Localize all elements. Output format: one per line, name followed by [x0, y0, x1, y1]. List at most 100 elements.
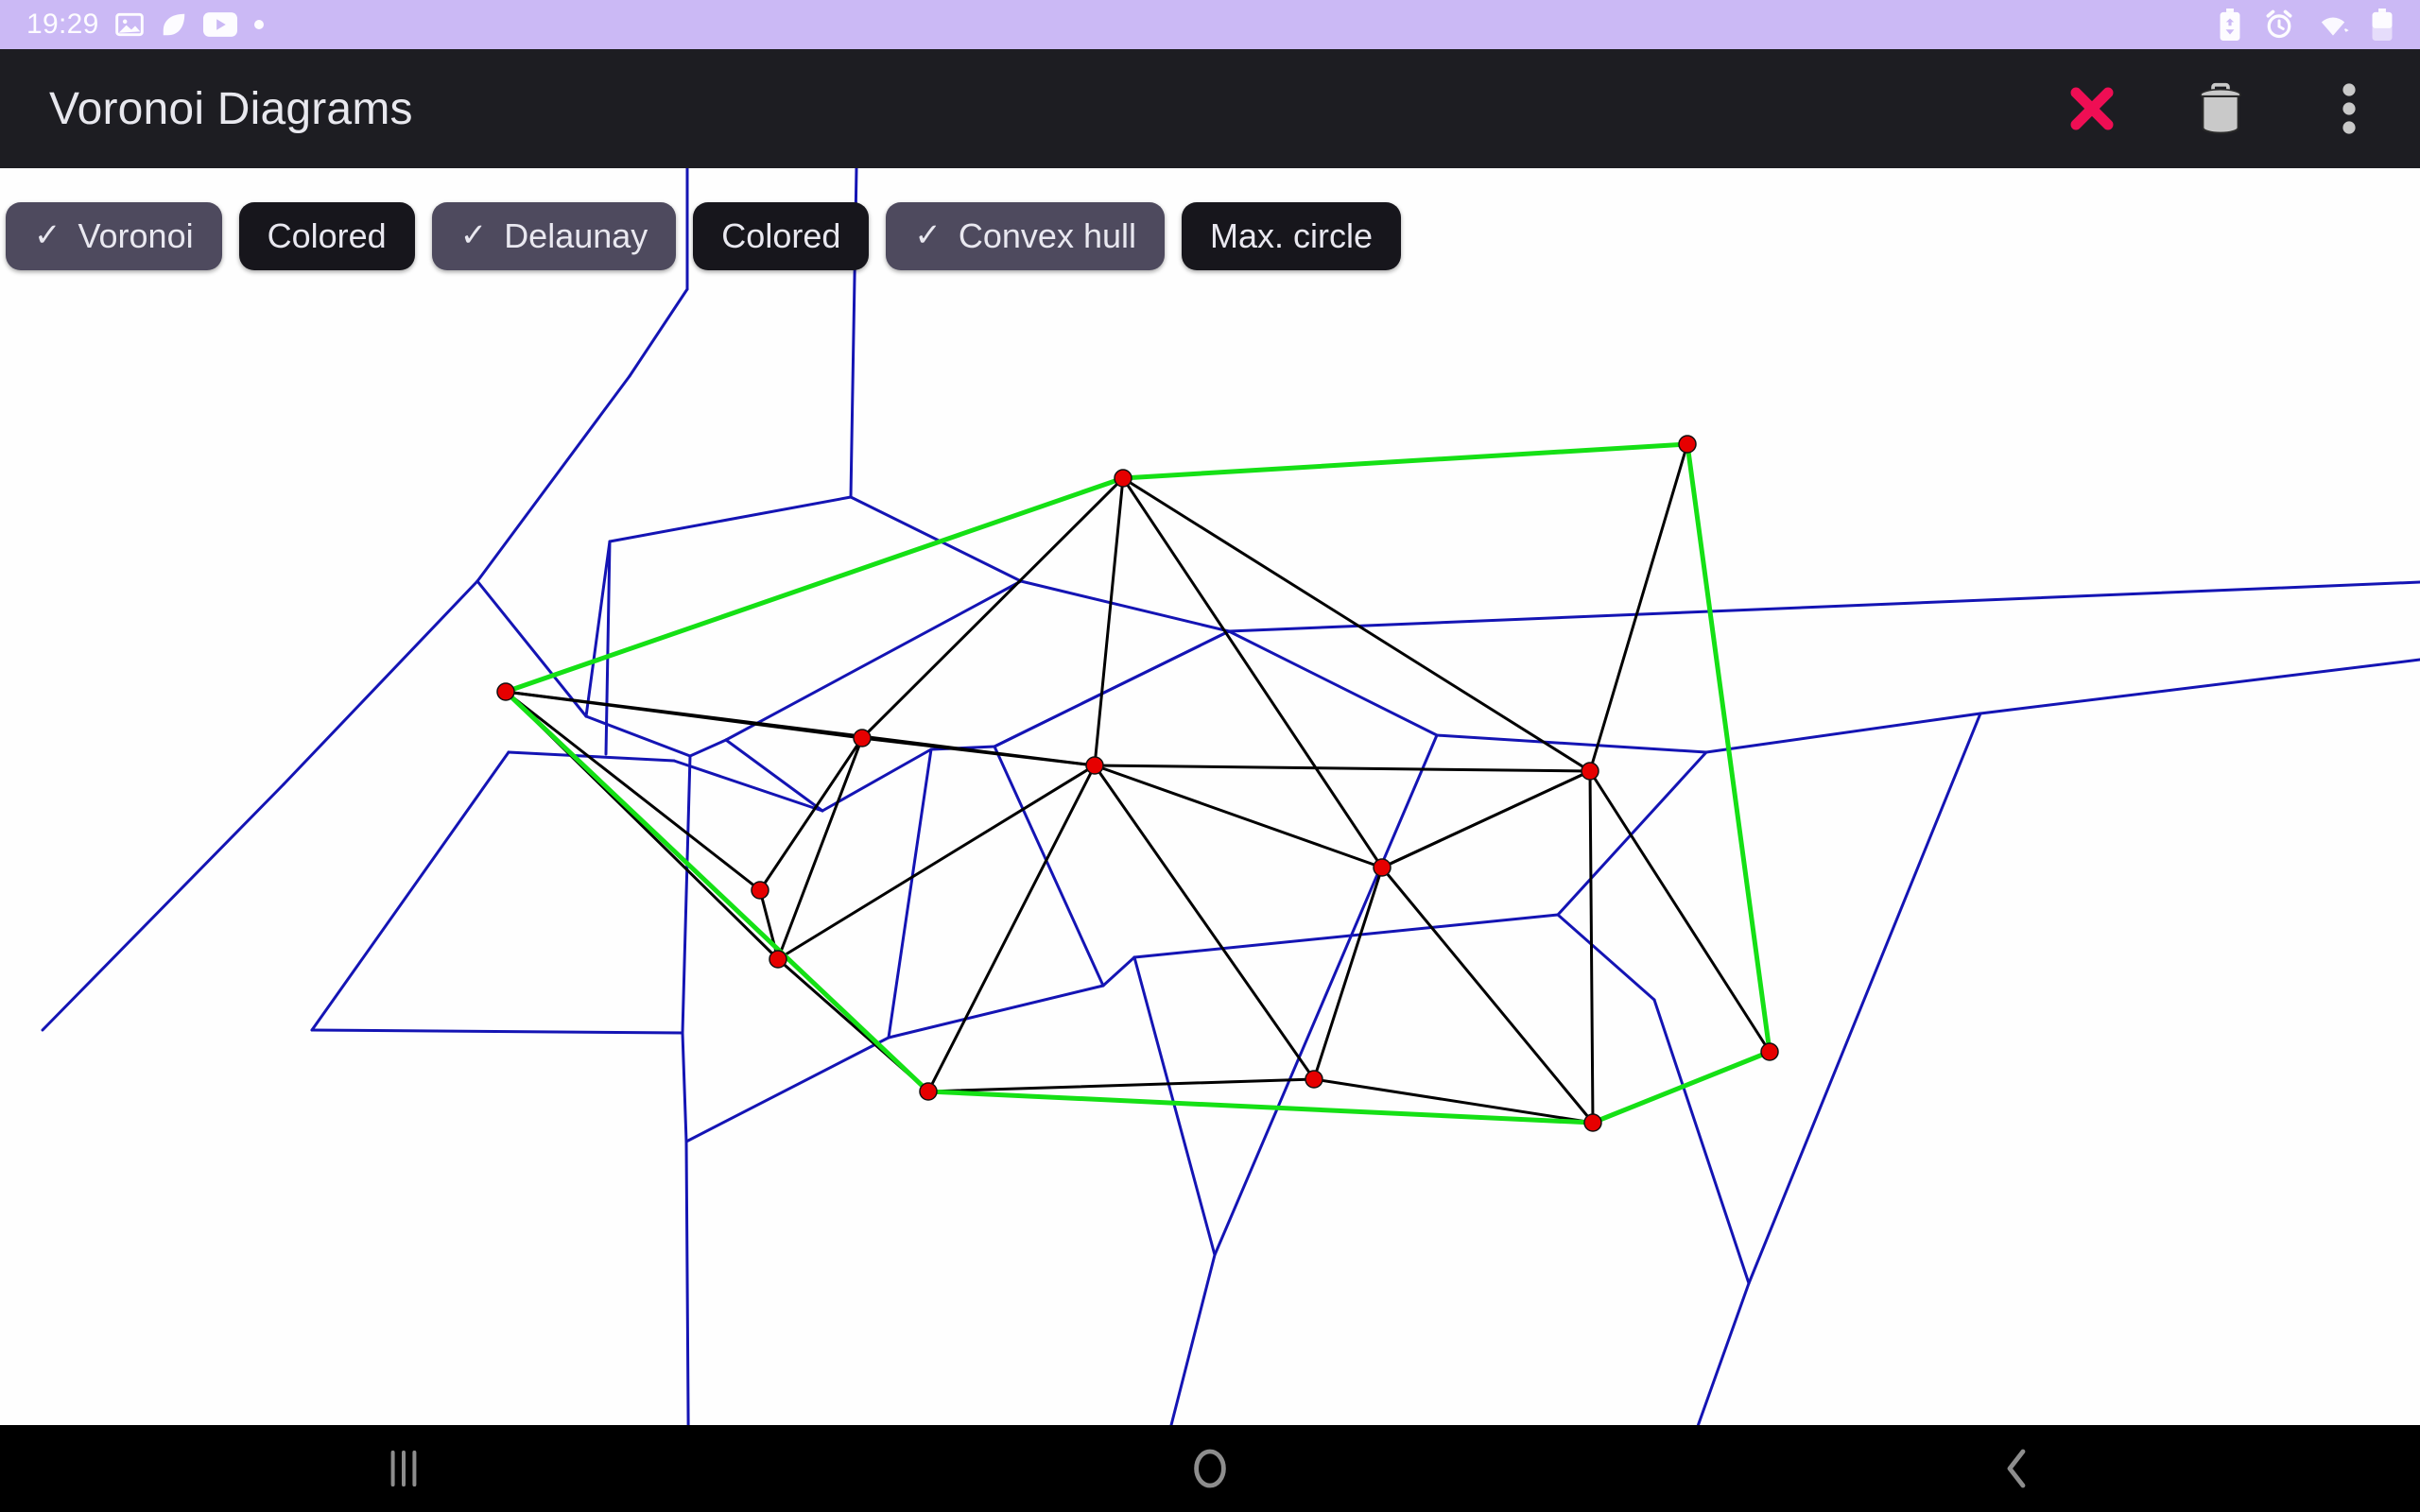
delaunay-edge [1380, 866, 1595, 1125]
check-icon: ✓ [914, 217, 942, 253]
site-point[interactable] [1581, 762, 1599, 781]
status-bar-left: 19:29 [26, 9, 266, 41]
voronoi-edge [1169, 1253, 1217, 1425]
voronoi-edge [887, 747, 933, 1040]
leaf-icon [163, 13, 184, 36]
voronoi-edge [310, 750, 510, 1032]
chip-label: Colored [721, 216, 841, 255]
wifi-icon [2321, 17, 2349, 36]
voronoi-edge [628, 287, 689, 378]
status-bar-right [2218, 9, 2394, 41]
site-point[interactable] [919, 1082, 938, 1101]
voronoi-edge [1652, 998, 1751, 1285]
dot-icon [253, 20, 264, 29]
diagram-svg[interactable] [0, 168, 2420, 1425]
delaunay-edge [504, 690, 762, 892]
app-bar-actions [2059, 76, 2382, 142]
chip-voronoi[interactable]: ✓ Voronoi [6, 202, 222, 270]
home-icon [1194, 1449, 1226, 1488]
voronoi-edge [1747, 712, 1982, 1285]
alarm-icon [2266, 9, 2292, 39]
system-nav-bar [0, 1425, 2420, 1512]
delaunay-edge [1093, 764, 1592, 773]
voronoi-edge [1696, 1281, 1751, 1425]
voronoi-edge [1979, 658, 2420, 715]
delaunay-edge [1121, 476, 1592, 773]
delaunay-edge [1093, 764, 1384, 869]
chip-label: Max. circle [1209, 216, 1374, 255]
site-point[interactable] [496, 682, 515, 701]
voronoi-edge [608, 495, 853, 543]
battery-saver-icon [2220, 9, 2240, 41]
chip-delaunay[interactable]: ✓ Delaunay [431, 202, 677, 270]
voronoi-edge [584, 714, 692, 758]
close-button[interactable] [2059, 76, 2125, 142]
voronoi-edge [282, 579, 479, 786]
voronoi-edge [724, 738, 824, 813]
voronoi-edge [681, 1031, 688, 1143]
convex-hull-edge [1120, 441, 1690, 481]
delaunay-edge [1588, 442, 1689, 773]
delaunay-edge [1588, 769, 1772, 1054]
status-clock: 19:29 [26, 9, 99, 40]
voronoi-edge [1435, 733, 1708, 754]
battery-icon [2372, 9, 2393, 41]
check-icon: ✓ [34, 217, 61, 253]
delaunay-edge [776, 736, 864, 961]
convex-hull-edge [1590, 1049, 1772, 1125]
diagram-canvas[interactable] [0, 168, 2420, 1425]
home-button[interactable] [806, 1425, 1613, 1512]
app-bar: Voronoi Diagrams [0, 49, 2420, 168]
delete-icon [2200, 82, 2241, 134]
recents-icon [390, 1451, 417, 1486]
site-point[interactable] [751, 881, 769, 900]
chip-max-circle[interactable]: Max. circle [1181, 202, 1402, 270]
overflow-menu-icon [2342, 83, 2356, 134]
chip-label: Convex hull [958, 216, 1136, 255]
check-icon: ✓ [459, 217, 488, 253]
voronoi-edge [681, 754, 692, 1035]
site-point[interactable] [769, 950, 787, 969]
chip-delaunay-colored[interactable]: Colored [693, 202, 870, 270]
voronoi-edge [1556, 913, 1656, 1002]
status-bar: 19:29 [0, 0, 2420, 49]
delaunay-edge [1312, 866, 1384, 1081]
back-icon [2007, 1449, 2026, 1488]
site-point[interactable] [1305, 1070, 1323, 1089]
voronoi-edge [672, 759, 824, 813]
voronoi-edge [849, 495, 1023, 583]
delete-button[interactable] [2187, 76, 2254, 142]
close-icon [2070, 87, 2114, 130]
voronoi-edge [1213, 733, 1439, 1257]
voronoi-edge [41, 782, 285, 1032]
site-point[interactable] [1373, 858, 1392, 877]
delaunay-edge [1588, 769, 1595, 1125]
site-point[interactable] [1114, 469, 1132, 488]
chip-voronoi-colored[interactable]: Colored [238, 202, 415, 270]
voronoi-edge [993, 629, 1231, 748]
delaunay-edge [926, 1077, 1316, 1093]
site-point[interactable] [1760, 1042, 1779, 1061]
convex-hull-edge [503, 475, 1126, 695]
voronoi-edge [684, 1036, 890, 1143]
options-chip-bar: ✓ Voronoi Colored ✓ Delaunay Colored ✓ C… [0, 198, 2420, 274]
overflow-menu-button[interactable] [2316, 76, 2382, 142]
voronoi-edge [1227, 580, 2420, 633]
site-point[interactable] [1085, 756, 1104, 775]
delaunay-edge [1380, 769, 1592, 869]
site-point[interactable] [1583, 1113, 1602, 1132]
delaunay-edge [758, 736, 864, 892]
back-button[interactable] [1614, 1425, 2420, 1512]
site-point[interactable] [853, 729, 872, 747]
voronoi-edge [887, 984, 1105, 1040]
site-point[interactable] [1678, 435, 1697, 454]
image-icon [114, 12, 144, 37]
chip-convex-hull[interactable]: ✓ Convex hull [886, 202, 1165, 270]
chip-label: Voronoi [78, 216, 194, 255]
chip-label: Delaunay [504, 216, 648, 255]
voronoi-edge [310, 1028, 684, 1035]
voronoi-edge [724, 579, 1023, 742]
recents-button[interactable] [0, 1425, 806, 1512]
delaunay-edge [926, 764, 1097, 1093]
voronoi-edge [475, 374, 631, 583]
